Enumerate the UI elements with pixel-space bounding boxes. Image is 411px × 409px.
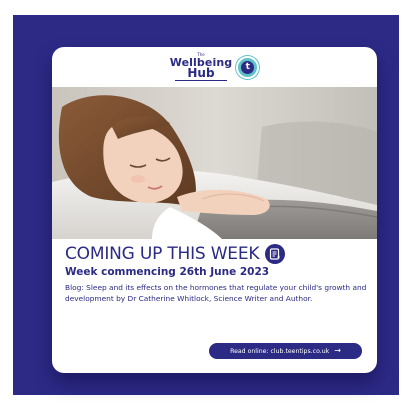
logo-wordmark: The Wellbeing Hub bbox=[170, 53, 232, 81]
logo-underline bbox=[174, 80, 227, 81]
wellbeing-hub-logo: The Wellbeing Hub t bbox=[52, 47, 377, 87]
headline-title: COMING UP THIS WEEK bbox=[65, 244, 260, 264]
week-commencing: Week commencing 26th June 2023 bbox=[65, 266, 270, 278]
promo-card: The Wellbeing Hub t COMING UP THIS WEEK … bbox=[52, 47, 377, 373]
logo-line-2: Hub bbox=[187, 66, 215, 80]
read-online-label: Read online: club.teentips.co.uk bbox=[230, 347, 330, 355]
document-icon bbox=[265, 244, 286, 264]
headline: COMING UP THIS WEEK bbox=[65, 244, 286, 264]
arrow-right-icon: → bbox=[334, 346, 341, 355]
logo-badge-icon: t bbox=[236, 55, 260, 79]
read-online-button[interactable]: Read online: club.teentips.co.uk → bbox=[209, 343, 362, 359]
logo-badge-glyph: t bbox=[241, 60, 255, 74]
sleeping-child-photo bbox=[52, 87, 377, 239]
blog-description: Blog: Sleep and its effects on the hormo… bbox=[65, 283, 367, 303]
sleeping-child-illustration bbox=[52, 87, 377, 239]
